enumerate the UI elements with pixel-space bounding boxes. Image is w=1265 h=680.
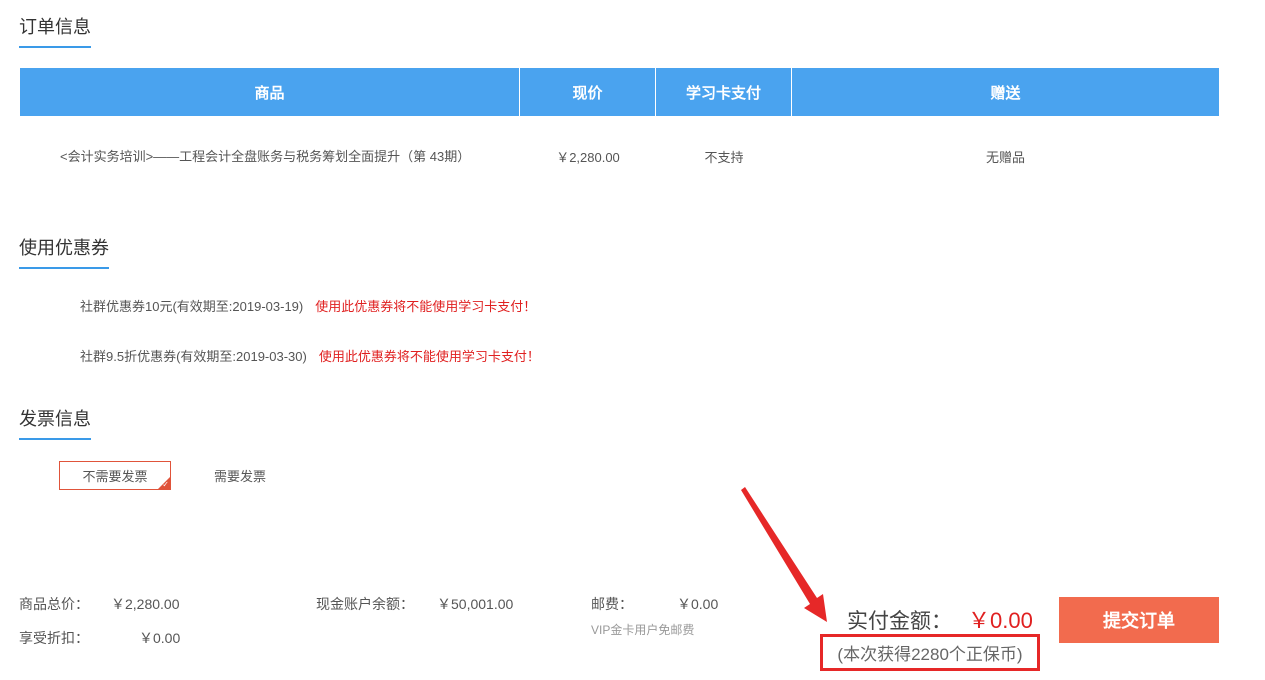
- total-price-value: ￥2,280.00: [111, 596, 180, 612]
- header-price: 现价: [520, 68, 656, 116]
- need-invoice-label: 需要发票: [213, 469, 266, 484]
- invoice-title: 发票信息: [19, 408, 91, 440]
- coupon-name[interactable]: 社群9.5折优惠券(有效期至:2019-03-30): [80, 346, 307, 365]
- shipping-label: 邮费：: [591, 596, 633, 612]
- product-name[interactable]: <会计实务培训>——工程会计全盘账务与税务筹划全面提升（第 43期）: [20, 116, 520, 196]
- submit-order-button[interactable]: 提交订单: [1059, 597, 1219, 643]
- total-price-row: 商品总价： ￥2,280.00: [19, 594, 180, 614]
- need-invoice-option[interactable]: 需要发票: [200, 461, 280, 490]
- discount-row: 享受折扣： ￥0.00: [19, 628, 180, 648]
- coupon-warning: 使用此优惠券将不能使用学习卡支付！: [318, 349, 540, 364]
- coupon-title: 使用优惠券: [19, 237, 109, 269]
- no-invoice-option[interactable]: 不需要发票 ✓: [59, 461, 171, 490]
- order-info-title: 订单信息: [19, 16, 91, 48]
- no-invoice-label: 不需要发票: [82, 469, 148, 484]
- coupon-warning: 使用此优惠券将不能使用学习卡支付！: [315, 299, 537, 314]
- balance-label: 现金账户余额：: [316, 596, 414, 612]
- shipping-row: 邮费： ￥0.00: [591, 594, 718, 614]
- coin-reward-note: (本次获得2280个正保币): [820, 634, 1040, 671]
- header-gift: 赠送: [990, 84, 1021, 102]
- shipping-note: VIP金卡用户免邮费: [591, 623, 695, 637]
- shipping-value: ￥0.00: [677, 596, 719, 612]
- table-header: 商品 现价 学习卡支付 赠送: [20, 68, 1219, 116]
- checkmark-icon: ✓: [162, 480, 169, 489]
- coupon-option[interactable]: 社群优惠券10元(有效期至:2019-03-19) 使用此优惠券将不能使用学习卡…: [80, 296, 536, 315]
- product-price: ￥2,280.00: [556, 149, 620, 165]
- coupon-name[interactable]: 社群优惠券10元(有效期至:2019-03-19): [80, 296, 303, 315]
- total-price-label: 商品总价：: [19, 596, 89, 612]
- pay-amount-value: ￥0.00: [968, 608, 1033, 633]
- balance-value: ￥50,001.00: [437, 596, 514, 612]
- gift-info: 无赠品: [985, 149, 1025, 165]
- balance-row: 现金账户余额： ￥50,001.00: [316, 594, 513, 614]
- coupon-option[interactable]: 社群9.5折优惠券(有效期至:2019-03-30) 使用此优惠券将不能使用学习…: [80, 346, 540, 365]
- order-table: 商品 现价 学习卡支付 赠送 <会计实务培训>——工程会计全盘账务与税务筹划全面…: [20, 68, 1219, 196]
- discount-label: 享受折扣：: [19, 630, 89, 646]
- header-product: 商品: [20, 68, 520, 116]
- study-card-support: 不支持: [704, 149, 744, 165]
- header-study-card: 学习卡支付: [656, 68, 792, 116]
- table-row: <会计实务培训>——工程会计全盘账务与税务筹划全面提升（第 43期） ￥2,28…: [20, 116, 1219, 196]
- discount-value: ￥0.00: [139, 630, 181, 646]
- pay-amount-label: 实付金额：: [847, 610, 952, 633]
